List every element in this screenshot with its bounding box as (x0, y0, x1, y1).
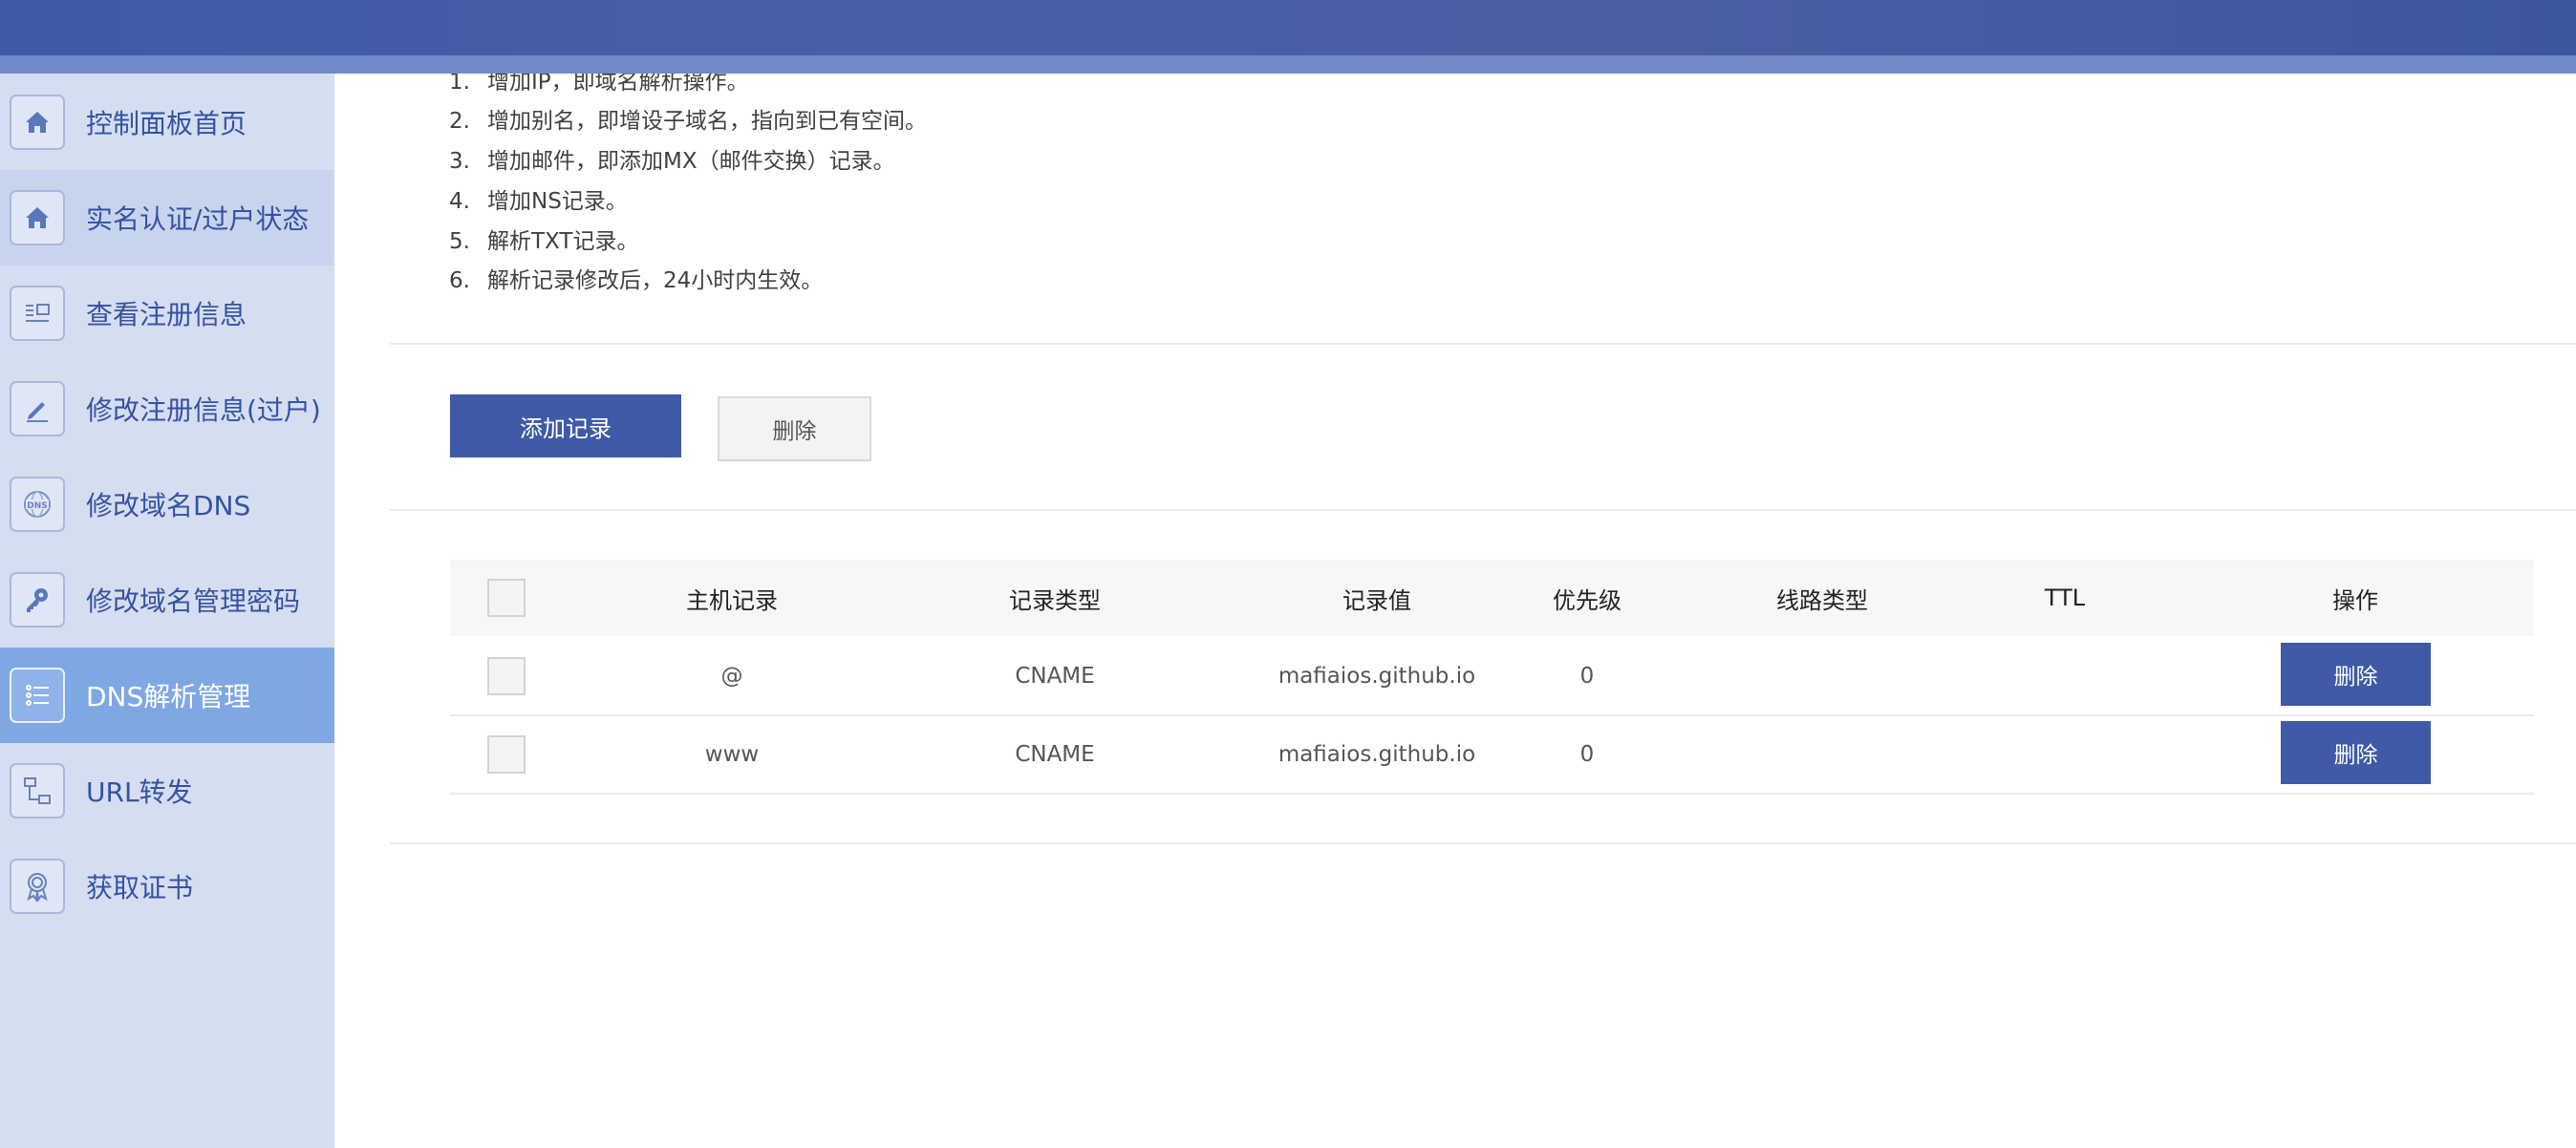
sidebar-item-label: 查看注册信息 (86, 299, 247, 330)
sidebar: 控制面板首页 实名认证/过户状态 查看注册信息 修改注册信息(过户) DNS 修… (0, 74, 334, 1148)
sidebar-item-label: 修改域名DNS (86, 490, 251, 521)
cell-line (1707, 638, 1937, 714)
home-icon (10, 190, 65, 245)
row-delete-button[interactable]: 删除 (2281, 643, 2431, 706)
sidebar-item-label: 修改域名管理密码 (86, 585, 301, 617)
cell-type: CNAME (1015, 742, 1095, 767)
cell-type: CNAME (1015, 664, 1095, 689)
cell-host: www (704, 742, 760, 767)
forward-icon (10, 763, 65, 818)
table-row: www CNAME mafiaios.github.io 0 删除 (450, 716, 2534, 795)
sidebar-item-edit-registration[interactable]: 修改注册信息(过户) (0, 361, 334, 457)
table-header: 主机记录 记录类型 记录值 优先级 线路类型 TTL 操作 (450, 560, 2534, 636)
cell-value: mafiaios.github.io (1277, 664, 1476, 689)
row-checkbox[interactable] (487, 657, 526, 695)
divider (390, 842, 2576, 844)
sidebar-item-label: 控制面板首页 (86, 108, 247, 139)
list-item: 4. 增加NS记录。 (449, 189, 628, 214)
svg-text:DNS: DNS (27, 501, 48, 511)
sidebar-item-dns-management[interactable]: DNS解析管理 (0, 648, 334, 743)
certificate-icon (10, 859, 65, 914)
cell-priority: 0 (1579, 664, 1595, 689)
list-item: 6. 解析记录修改后，24小时内生效。 (449, 268, 824, 293)
key-icon (10, 572, 65, 627)
divider (390, 509, 2576, 511)
sidebar-item-label: URL转发 (86, 776, 193, 808)
top-banner-overlay (0, 0, 2576, 55)
edit-icon (10, 381, 65, 436)
divider (390, 343, 2576, 345)
cell-host: @ (720, 664, 743, 689)
home-icon (10, 95, 65, 150)
banner-strip-overlay (0, 55, 2576, 74)
row-checkbox[interactable] (487, 735, 526, 774)
cell-ttl (1979, 716, 2151, 793)
sidebar-item-edit-password[interactable]: 修改域名管理密码 (0, 552, 334, 648)
column-header-action: 操作 (2332, 586, 2378, 614)
sidebar-item-label: 修改注册信息(过户) (86, 394, 321, 426)
column-header-host: 主机记录 (686, 586, 778, 614)
cell-priority: 0 (1579, 742, 1595, 767)
cell-line (1707, 716, 1937, 793)
sidebar-item-registration-info[interactable]: 查看注册信息 (0, 266, 334, 361)
sidebar-item-certificate[interactable]: 获取证书 (0, 839, 334, 934)
sidebar-item-label: DNS解析管理 (86, 681, 251, 712)
sidebar-item-url-forward[interactable]: URL转发 (0, 743, 334, 839)
list-item: 3. 增加邮件，即添加MX（邮件交换）记录。 (449, 149, 895, 174)
table-row: @ CNAME mafiaios.github.io 0 删除 (450, 638, 2534, 716)
column-header-type: 记录类型 (1009, 586, 1101, 614)
column-header-value: 记录值 (1342, 586, 1411, 614)
row-delete-button[interactable]: 删除 (2281, 721, 2431, 784)
sidebar-item-label: 获取证书 (86, 872, 194, 904)
sidebar-item-verification[interactable]: 实名认证/过户状态 (0, 170, 334, 266)
list-icon (10, 668, 65, 723)
column-header-line: 线路类型 (1776, 586, 1868, 614)
select-all-checkbox[interactable] (487, 579, 526, 617)
add-record-button[interactable]: 添加记录 (450, 394, 681, 457)
list-item: 5. 解析TXT记录。 (449, 229, 639, 254)
sidebar-item-edit-dns[interactable]: DNS 修改域名DNS (0, 457, 334, 552)
document-icon (10, 286, 65, 341)
sidebar-item-dashboard[interactable]: 控制面板首页 (0, 74, 334, 170)
list-item: 2. 增加别名，即增设子域名，指向到已有空间。 (449, 109, 927, 134)
cell-value: mafiaios.github.io (1277, 742, 1476, 767)
delete-selected-button[interactable]: 删除 (718, 396, 871, 461)
cell-ttl (1979, 638, 2151, 714)
dns-icon: DNS (10, 477, 65, 532)
column-header-priority: 优先级 (1553, 586, 1621, 614)
sidebar-item-label: 实名认证/过户状态 (86, 203, 310, 235)
column-header-ttl: TTL (2044, 585, 2086, 611)
